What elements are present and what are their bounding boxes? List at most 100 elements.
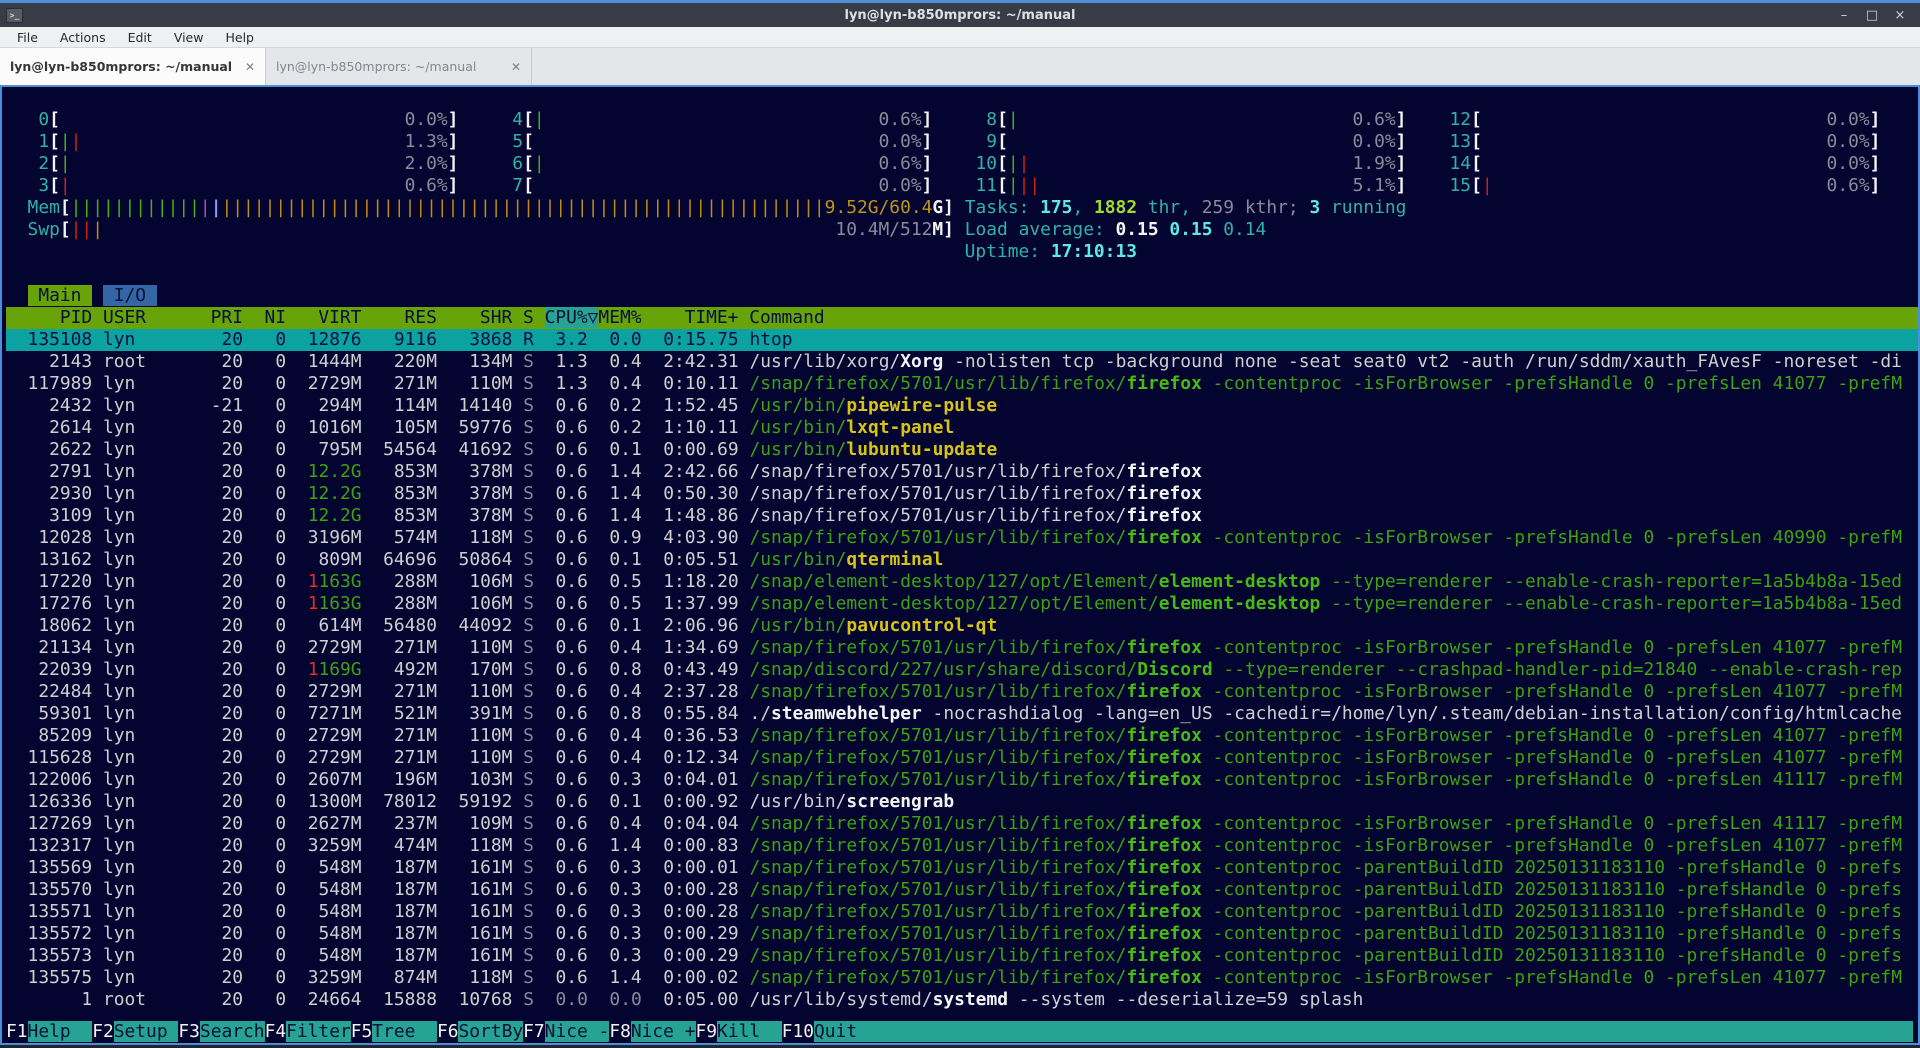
process-user: lyn xyxy=(103,747,211,768)
process-row[interactable]: 17220 lyn 20 0 1163G 288M 106M S 0.6 0.5… xyxy=(6,571,1918,593)
process-row[interactable]: 135571 lyn 20 0 548M 187M 161M S 0.6 0.3… xyxy=(6,901,1918,923)
process-command: /usr/lib/systemd/systemd --system --dese… xyxy=(749,989,1363,1010)
fkey-f3-label[interactable]: Search xyxy=(200,1021,265,1042)
terminal[interactable]: 0[ 0.0%] 4[| 0.6%] 8[| 0.6%] 12[ 0.0%] 1… xyxy=(0,85,1920,1045)
htop-tab-io[interactable]: I/O xyxy=(103,285,157,306)
process-row[interactable]: 2143 root 20 0 1444M 220M 134M S 1.3 0.4… xyxy=(6,351,1918,373)
process-row[interactable]: 13162 lyn 20 0 809M 64696 50864 S 0.6 0.… xyxy=(6,549,1918,571)
process-row[interactable]: 126336 lyn 20 0 1300M 78012 59192 S 0.6 … xyxy=(6,791,1918,813)
menu-item-view[interactable]: View xyxy=(165,29,213,46)
minimize-button[interactable]: – xyxy=(1834,8,1854,23)
fkey-f8-label[interactable]: Nice + xyxy=(631,1021,696,1042)
process-row[interactable]: 2622 lyn 20 0 795M 54564 41692 S 0.6 0.1… xyxy=(6,439,1918,461)
tab-close-icon[interactable]: ✕ xyxy=(503,60,521,74)
process-mem: 1.4 xyxy=(599,505,642,526)
fkey-f10[interactable]: F10 xyxy=(782,1021,814,1042)
process-row[interactable]: 135570 lyn 20 0 548M 187M 161M S 0.6 0.3… xyxy=(6,879,1918,901)
fkey-f8[interactable]: F8 xyxy=(609,1021,631,1042)
close-button[interactable]: × xyxy=(1890,8,1910,23)
fkey-f1[interactable]: F1 xyxy=(6,1021,28,1042)
process-pid: 85209 xyxy=(17,725,92,746)
process-time: 0:00.01 xyxy=(652,857,738,878)
process-row[interactable]: 22039 lyn 20 0 1169G 492M 170M S 0.6 0.8… xyxy=(6,659,1918,681)
fkey-f4-label[interactable]: Filter xyxy=(286,1021,351,1042)
process-row[interactable]: 2614 lyn 20 0 1016M 105M 59776 S 0.6 0.2… xyxy=(6,417,1918,439)
process-pid: 135572 xyxy=(17,923,92,944)
process-row[interactable]: 3109 lyn 20 0 12.2G 853M 378M S 0.6 1.4 … xyxy=(6,505,1918,527)
process-row[interactable]: 59301 lyn 20 0 7271M 521M 391M S 0.6 0.8… xyxy=(6,703,1918,725)
process-pid: 127269 xyxy=(17,813,92,834)
process-mem: 0.1 xyxy=(599,439,642,460)
process-mem: 0.5 xyxy=(599,593,642,614)
process-user: lyn xyxy=(103,901,211,922)
process-row[interactable]: 22484 lyn 20 0 2729M 271M 110M S 0.6 0.4… xyxy=(6,681,1918,703)
htop-view-tabs[interactable]: Main I/O xyxy=(6,285,1918,307)
fkey-f2-label[interactable]: Setup xyxy=(114,1021,179,1042)
process-row[interactable]: 21134 lyn 20 0 2729M 271M 110M S 0.6 0.4… xyxy=(6,637,1918,659)
fkey-f6[interactable]: F6 xyxy=(437,1021,459,1042)
process-cpu: 0.6 xyxy=(545,549,588,570)
terminal-tab-2[interactable]: lyn@lyn-b850mprors: ~/manual✕ xyxy=(266,48,532,85)
process-row[interactable]: 115628 lyn 20 0 2729M 271M 110M S 0.6 0.… xyxy=(6,747,1918,769)
process-table-header[interactable]: PID USER PRI NI VIRT RES SHR S CPU%▽MEM%… xyxy=(6,307,1918,329)
fkey-f10-label[interactable]: Quit xyxy=(814,1021,879,1042)
process-row[interactable]: 12028 lyn 20 0 3196M 574M 118M S 0.6 0.9… xyxy=(6,527,1918,549)
fkey-f7-label[interactable]: Nice - xyxy=(545,1021,610,1042)
process-row[interactable]: 117989 lyn 20 0 2729M 271M 110M S 1.3 0.… xyxy=(6,373,1918,395)
menu-item-edit[interactable]: Edit xyxy=(119,29,161,46)
fkey-f5-label[interactable]: Tree xyxy=(372,1021,437,1042)
process-row[interactable]: 2930 lyn 20 0 12.2G 853M 378M S 0.6 1.4 … xyxy=(6,483,1918,505)
process-mem: 0.4 xyxy=(599,681,642,702)
process-command: /snap/element-desktop/127/opt/Element/el… xyxy=(749,571,1902,592)
process-row[interactable]: 85209 lyn 20 0 2729M 271M 110M S 0.6 0.4… xyxy=(6,725,1918,747)
process-command: /snap/firefox/5701/usr/lib/firefox/firef… xyxy=(749,747,1902,768)
process-state: S xyxy=(523,373,534,394)
fkey-f7[interactable]: F7 xyxy=(523,1021,545,1042)
fkey-f9-label[interactable]: Kill xyxy=(717,1021,782,1042)
process-pid: 13162 xyxy=(17,549,92,570)
fkey-f4[interactable]: F4 xyxy=(265,1021,287,1042)
process-cpu: 0.6 xyxy=(545,593,588,614)
process-row[interactable]: 18062 lyn 20 0 614M 56480 44092 S 0.6 0.… xyxy=(6,615,1918,637)
process-state: S xyxy=(523,659,534,680)
fkey-f9[interactable]: F9 xyxy=(696,1021,718,1042)
process-command: /snap/firefox/5701/usr/lib/firefox/firef… xyxy=(749,901,1902,922)
process-row[interactable]: 135575 lyn 20 0 3259M 874M 118M S 0.6 1.… xyxy=(6,967,1918,989)
process-cpu: 0.6 xyxy=(545,967,588,988)
htop-tab-main[interactable]: Main xyxy=(28,285,93,306)
process-row[interactable]: 122006 lyn 20 0 2607M 196M 103M S 0.6 0.… xyxy=(6,769,1918,791)
process-row-selected[interactable]: 135108 lyn 20 0 12876 9116 3868 R 3.2 0.… xyxy=(6,329,1918,351)
process-row[interactable]: 132317 lyn 20 0 3259M 474M 118M S 0.6 1.… xyxy=(6,835,1918,857)
process-command: /snap/element-desktop/127/opt/Element/el… xyxy=(749,593,1902,614)
process-user: lyn xyxy=(103,857,211,878)
fkey-f6-label[interactable]: SortBy xyxy=(458,1021,523,1042)
process-row[interactable]: 127269 lyn 20 0 2627M 237M 109M S 0.6 0.… xyxy=(6,813,1918,835)
process-row[interactable]: 135573 lyn 20 0 548M 187M 161M S 0.6 0.3… xyxy=(6,945,1918,967)
fkey-f1-label[interactable]: Help xyxy=(28,1021,93,1042)
process-cpu: 0.6 xyxy=(545,483,588,504)
process-row[interactable]: 17276 lyn 20 0 1163G 288M 106M S 0.6 0.5… xyxy=(6,593,1918,615)
terminal-tab-1[interactable]: lyn@lyn-b850mprors: ~/manual✕ xyxy=(0,48,266,85)
process-command: /usr/bin/pipewire-pulse xyxy=(749,395,997,416)
fkey-f5[interactable]: F5 xyxy=(351,1021,373,1042)
menu-item-actions[interactable]: Actions xyxy=(51,29,115,46)
menu-item-help[interactable]: Help xyxy=(216,29,263,46)
process-row[interactable]: 135569 lyn 20 0 548M 187M 161M S 0.6 0.3… xyxy=(6,857,1918,879)
process-row[interactable]: 1 root 20 0 24664 15888 10768 S 0.0 0.0 … xyxy=(6,989,1918,1011)
process-row[interactable]: 2791 lyn 20 0 12.2G 853M 378M S 0.6 1.4 … xyxy=(6,461,1918,483)
maximize-button[interactable]: □ xyxy=(1862,8,1882,23)
fkey-f2[interactable]: F2 xyxy=(92,1021,114,1042)
tab-close-icon[interactable]: ✕ xyxy=(237,60,255,74)
process-state: S xyxy=(523,681,534,702)
process-pid: 135575 xyxy=(17,967,92,988)
process-time: 2:06.96 xyxy=(653,615,739,636)
process-row[interactable]: 135572 lyn 20 0 548M 187M 161M S 0.6 0.3… xyxy=(6,923,1918,945)
process-pid: 115628 xyxy=(17,747,92,768)
process-cpu: 1.3 xyxy=(545,351,588,372)
process-cpu: 1.3 xyxy=(545,373,588,394)
menu-item-file[interactable]: File xyxy=(8,29,47,46)
process-row[interactable]: 2432 lyn -21 0 294M 114M 14140 S 0.6 0.2… xyxy=(6,395,1918,417)
process-time: 2:42.31 xyxy=(652,351,738,372)
fkey-f3[interactable]: F3 xyxy=(178,1021,200,1042)
process-command: /snap/firefox/5701/usr/lib/firefox/firef… xyxy=(749,857,1902,878)
